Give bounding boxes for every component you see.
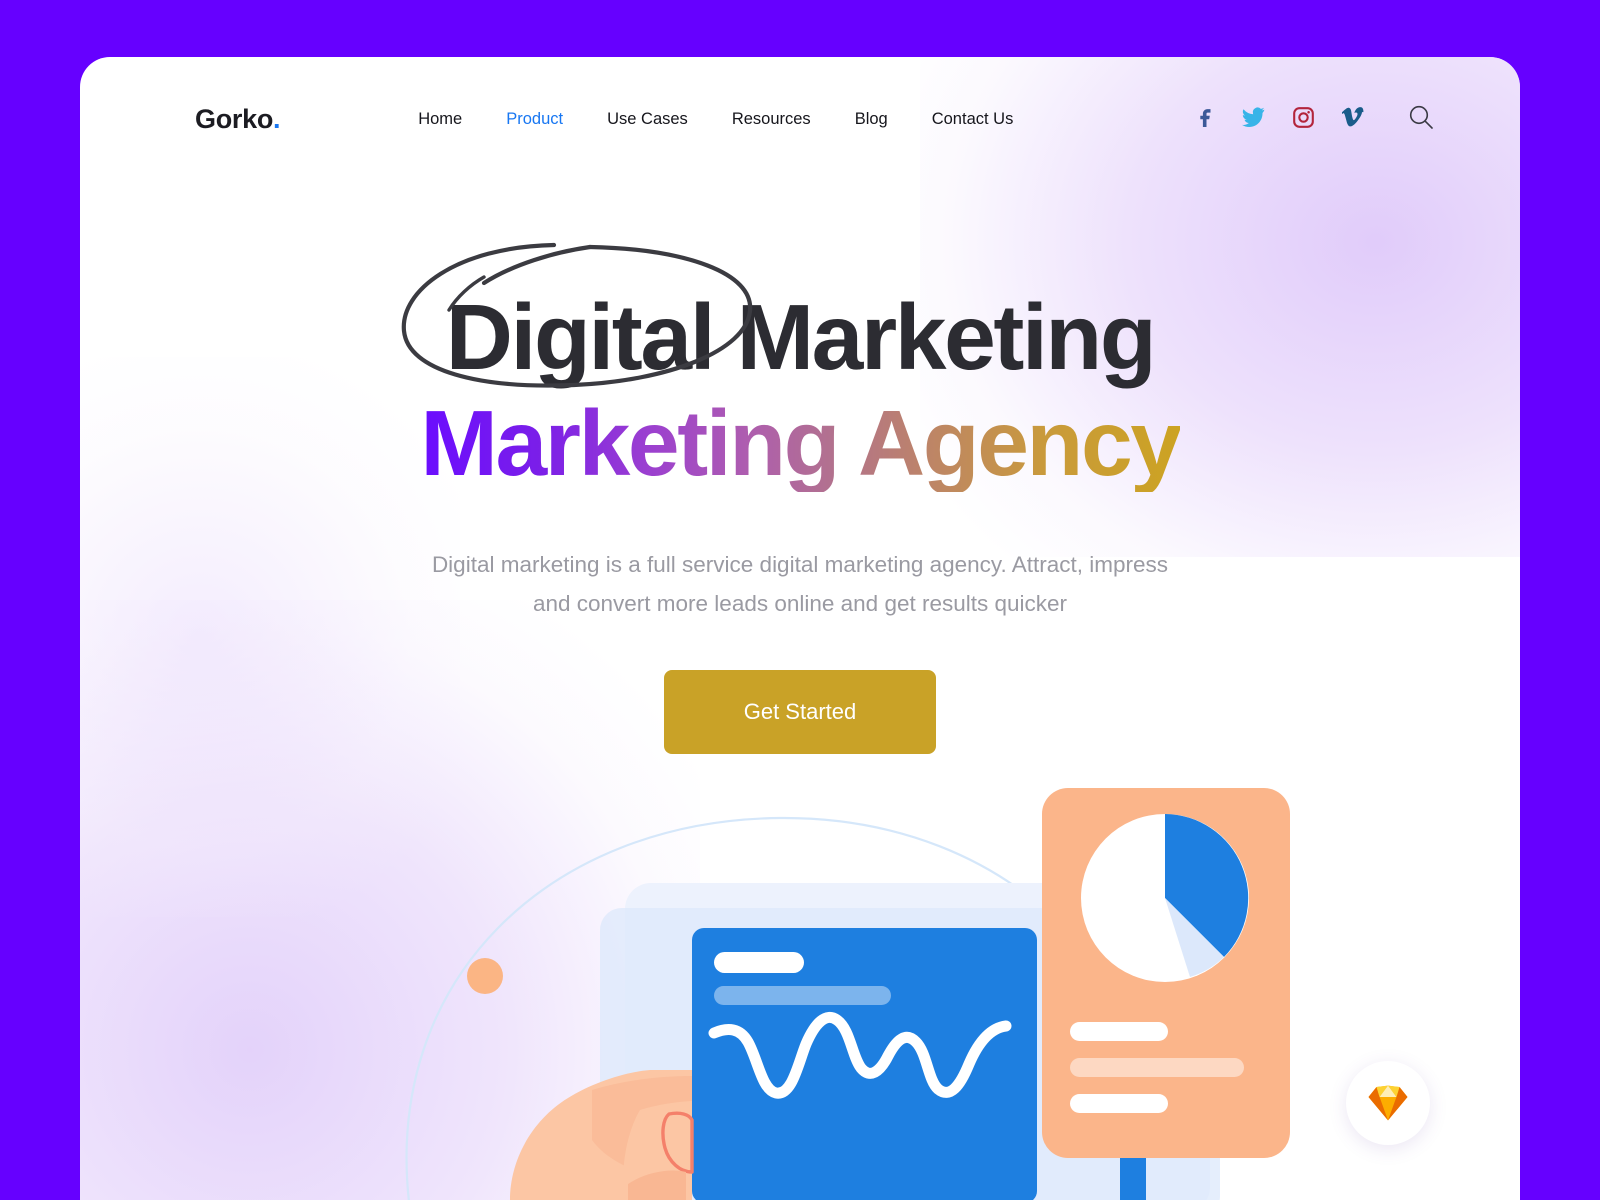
instagram-icon[interactable]: [1293, 106, 1314, 133]
report-line-1: [1070, 1022, 1168, 1041]
hand-thumb: [623, 1101, 692, 1200]
card-subtitle-bar: [714, 986, 891, 1005]
header-actions: [1194, 104, 1434, 135]
thumb-nail: [661, 1111, 694, 1174]
nav-item-contact-us[interactable]: Contact Us: [932, 110, 1014, 129]
sketch-diamond-icon: [1368, 1085, 1408, 1121]
hand-shading: [592, 1076, 692, 1180]
hero-illustration: [405, 788, 1290, 1200]
orbit-arc: [405, 816, 1159, 1200]
facebook-icon[interactable]: [1194, 106, 1214, 133]
hand-finger: [628, 1170, 686, 1200]
nav-item-home[interactable]: Home: [418, 110, 462, 129]
page-card: Gorko. Home Product Use Cases Resources …: [80, 57, 1520, 1200]
hero-subtext: Digital marketing is a full service digi…: [431, 552, 1169, 616]
peach-report-card: [1042, 788, 1290, 1158]
orange-dot: [467, 958, 503, 994]
stand-pole: [1120, 1155, 1146, 1200]
twitter-icon[interactable]: [1242, 107, 1265, 132]
search-icon[interactable]: [1408, 104, 1434, 135]
pie-slice-primary: [1165, 814, 1249, 957]
back-panel-inner: [600, 908, 1220, 1200]
brand-dot: .: [273, 104, 281, 134]
primary-nav: Home Product Use Cases Resources Blog Co…: [418, 110, 1013, 129]
brand-logo[interactable]: Gorko.: [195, 104, 281, 135]
back-panel: [625, 883, 1210, 1200]
pie-slice-secondary: [1165, 898, 1224, 977]
headline-line-1: Digital Marketing: [445, 285, 1157, 389]
sketch-badge[interactable]: [1346, 1061, 1430, 1145]
site-header: Gorko. Home Product Use Cases Resources …: [80, 57, 1520, 182]
pie-chart-base: [1081, 814, 1249, 982]
get-started-button[interactable]: Get Started: [664, 669, 936, 754]
report-line-3: [1070, 1094, 1168, 1113]
card-title-bar: [714, 952, 804, 973]
headline-block: Digital Marketing Marketing Agency: [402, 242, 1182, 495]
line-chart-squiggle: [708, 1011, 1012, 1099]
vimeo-icon[interactable]: [1341, 107, 1364, 132]
brand-name: Gorko: [195, 104, 274, 134]
report-line-2: [1070, 1058, 1244, 1077]
nav-item-product[interactable]: Product: [506, 110, 563, 129]
hand-palm: [510, 1070, 692, 1200]
blue-dashboard-card: [692, 928, 1037, 1200]
nav-item-blog[interactable]: Blog: [855, 110, 888, 129]
nav-item-use-cases[interactable]: Use Cases: [607, 110, 688, 129]
headline-line-2: Marketing Agency: [420, 390, 1182, 495]
nav-item-resources[interactable]: Resources: [732, 110, 811, 129]
